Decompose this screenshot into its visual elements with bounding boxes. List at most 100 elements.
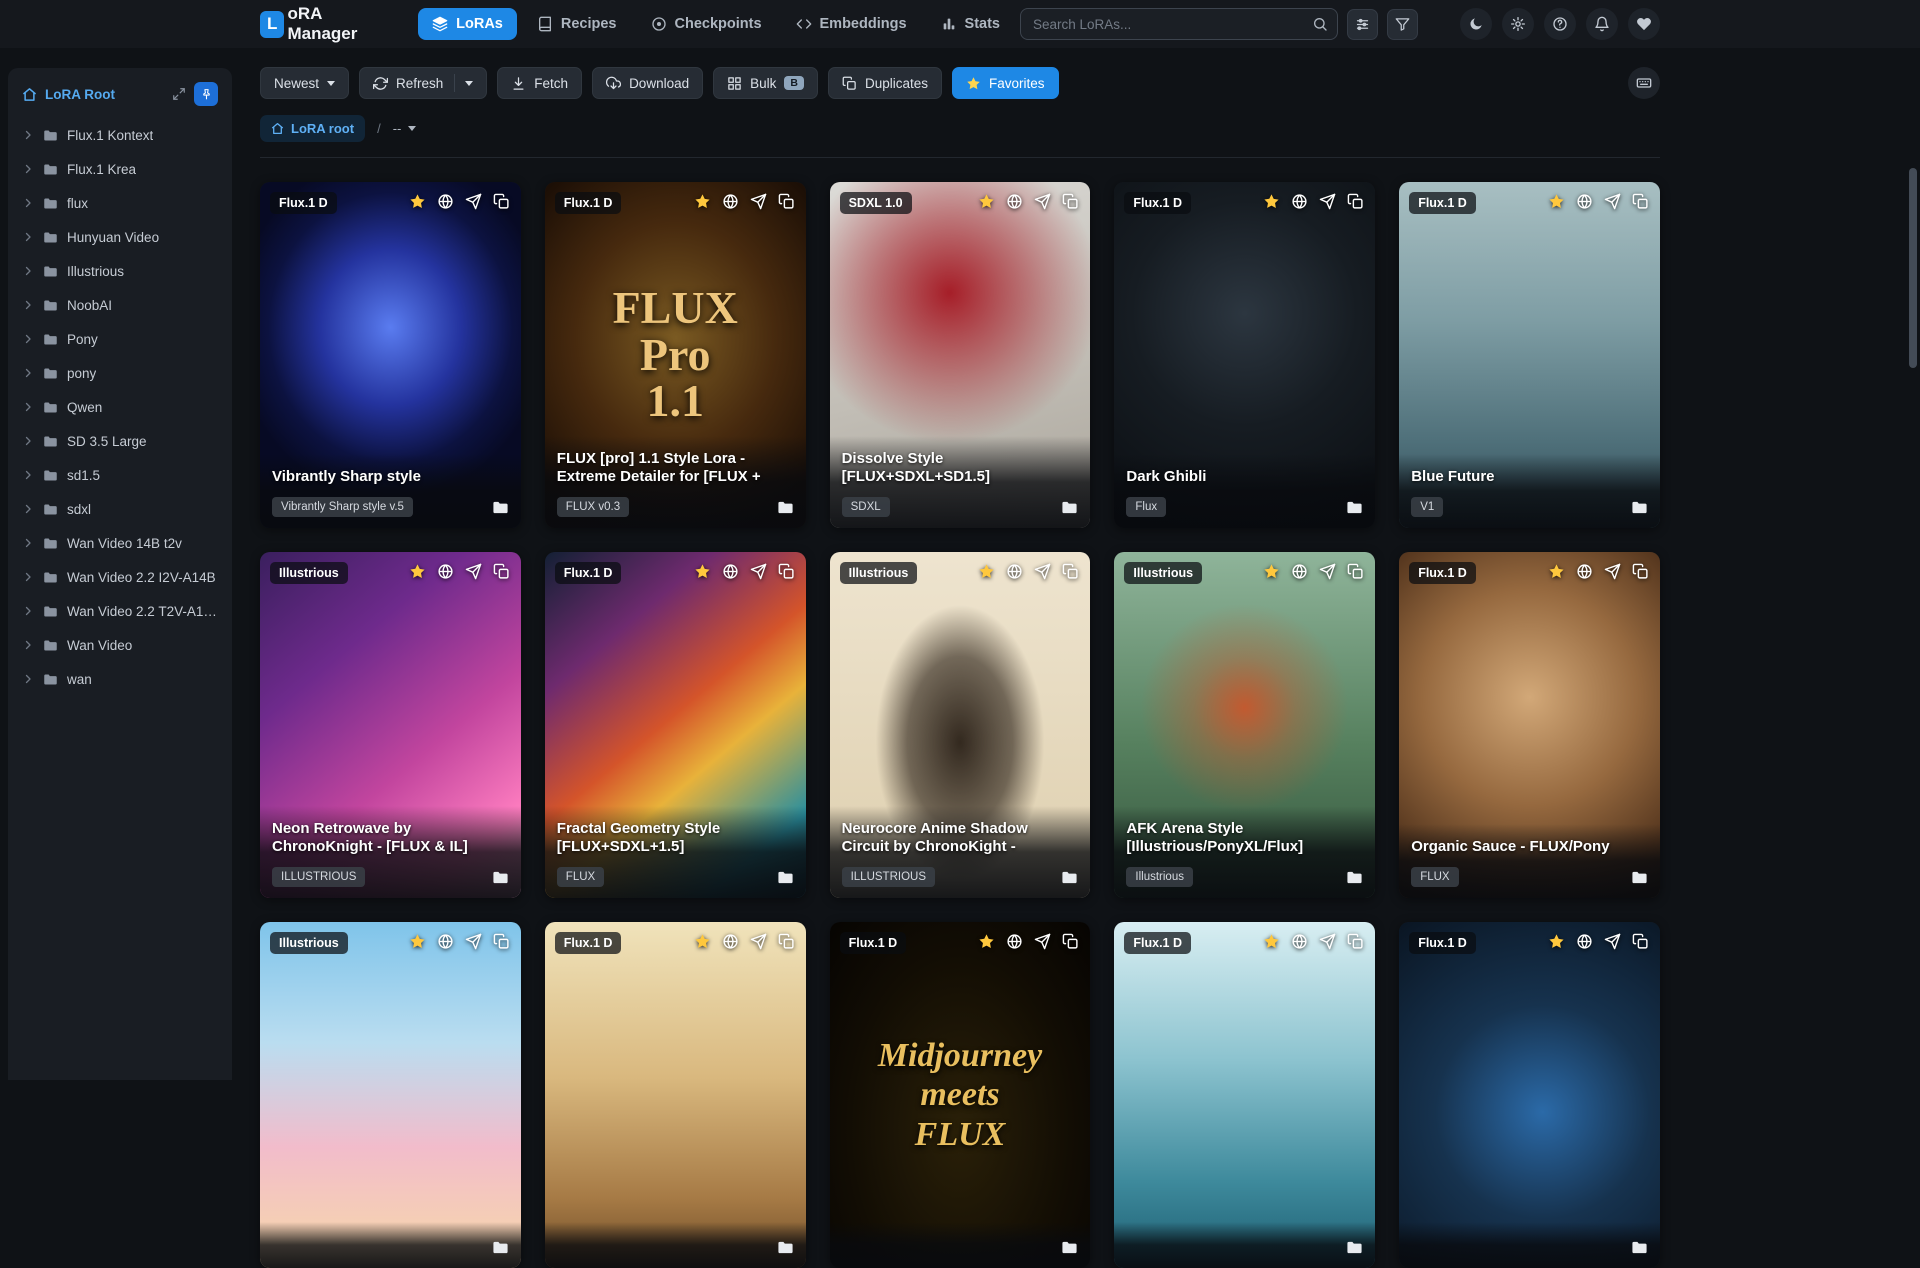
globe-icon[interactable] <box>1576 563 1593 580</box>
favorite-star-icon[interactable] <box>409 193 426 210</box>
chevron-right-icon[interactable] <box>22 435 34 447</box>
chevron-right-icon[interactable] <box>22 401 34 413</box>
globe-icon[interactable] <box>1006 193 1023 210</box>
copy-icon[interactable] <box>1347 933 1364 950</box>
open-folder-icon[interactable] <box>777 1239 794 1256</box>
chevron-right-icon[interactable] <box>22 265 34 277</box>
open-folder-icon[interactable] <box>1061 869 1078 886</box>
lora-card[interactable]: Flux.1 D <box>1114 922 1375 1268</box>
open-folder-icon[interactable] <box>1631 869 1648 886</box>
sidebar-folder-item[interactable]: NoobAI <box>16 288 224 322</box>
chevron-right-icon[interactable] <box>22 605 34 617</box>
copy-icon[interactable] <box>1062 193 1079 210</box>
favorite-star-icon[interactable] <box>1263 933 1280 950</box>
send-icon[interactable] <box>1604 563 1621 580</box>
favorite-star-icon[interactable] <box>1263 563 1280 580</box>
sidebar-folder-item[interactable]: pony <box>16 356 224 390</box>
keyboard-shortcuts-button[interactable] <box>1628 67 1660 99</box>
favorites-filter-button[interactable]: Favorites <box>952 67 1059 99</box>
sidebar-folder-item[interactable]: Wan Video 2.2 T2V-A14B <box>16 594 224 628</box>
lora-card[interactable]: Flux.1 D <box>1399 922 1660 1268</box>
sidebar-folder-item[interactable]: Flux.1 Krea <box>16 152 224 186</box>
favorite-star-icon[interactable] <box>978 563 995 580</box>
sidebar-folder-item[interactable]: Wan Video 2.2 I2V-A14B <box>16 560 224 594</box>
send-icon[interactable] <box>1319 193 1336 210</box>
sort-select[interactable]: Newest <box>260 67 349 99</box>
send-icon[interactable] <box>1604 933 1621 950</box>
open-folder-icon[interactable] <box>492 499 509 516</box>
globe-icon[interactable] <box>437 193 454 210</box>
page-scrollbar[interactable] <box>1909 168 1917 368</box>
send-icon[interactable] <box>1034 563 1051 580</box>
lora-card[interactable]: Illustrious <box>260 922 521 1268</box>
sidebar-folder-item[interactable]: Pony <box>16 322 224 356</box>
breadcrumb-current[interactable]: -- <box>393 121 417 136</box>
search-icon[interactable] <box>1312 16 1328 32</box>
send-icon[interactable] <box>750 193 767 210</box>
globe-icon[interactable] <box>1291 933 1308 950</box>
sidebar-folder-item[interactable]: Hunyuan Video <box>16 220 224 254</box>
sidebar-folder-item[interactable]: Illustrious <box>16 254 224 288</box>
open-folder-icon[interactable] <box>492 1239 509 1256</box>
copy-icon[interactable] <box>1632 193 1649 210</box>
globe-icon[interactable] <box>1576 933 1593 950</box>
favorite-star-icon[interactable] <box>978 933 995 950</box>
globe-icon[interactable] <box>437 933 454 950</box>
sidebar-folder-item[interactable]: Flux.1 Kontext <box>16 118 224 152</box>
globe-icon[interactable] <box>722 933 739 950</box>
nav-item-embeddings[interactable]: Embeddings <box>782 8 921 40</box>
nav-item-loras[interactable]: LoRAs <box>418 8 517 40</box>
open-folder-icon[interactable] <box>777 869 794 886</box>
send-icon[interactable] <box>1604 193 1621 210</box>
globe-icon[interactable] <box>1291 193 1308 210</box>
fetch-button[interactable]: Fetch <box>497 67 582 99</box>
refresh-button[interactable]: Refresh <box>359 67 487 99</box>
nav-item-recipes[interactable]: Recipes <box>523 8 631 40</box>
globe-icon[interactable] <box>437 563 454 580</box>
send-icon[interactable] <box>1319 563 1336 580</box>
open-folder-icon[interactable] <box>777 499 794 516</box>
settings-button[interactable] <box>1502 8 1534 40</box>
favorites-nav-button[interactable] <box>1628 8 1660 40</box>
refresh-menu-button[interactable] <box>454 74 473 92</box>
globe-icon[interactable] <box>722 563 739 580</box>
chevron-right-icon[interactable] <box>22 367 34 379</box>
chevron-right-icon[interactable] <box>22 673 34 685</box>
notifications-button[interactable] <box>1586 8 1618 40</box>
nav-item-stats[interactable]: Stats <box>927 8 1014 40</box>
chevron-right-icon[interactable] <box>22 197 34 209</box>
open-folder-icon[interactable] <box>1346 869 1363 886</box>
sidebar-folder-item[interactable]: Wan Video <box>16 628 224 662</box>
open-folder-icon[interactable] <box>1061 499 1078 516</box>
lora-card[interactable]: Flux.1 D Dark Ghibli Flux <box>1114 182 1375 528</box>
open-folder-icon[interactable] <box>1631 1239 1648 1256</box>
favorite-star-icon[interactable] <box>694 563 711 580</box>
send-icon[interactable] <box>465 193 482 210</box>
expand-icon[interactable] <box>172 87 186 101</box>
chevron-right-icon[interactable] <box>22 333 34 345</box>
send-icon[interactable] <box>1319 933 1336 950</box>
chevron-right-icon[interactable] <box>22 163 34 175</box>
favorite-star-icon[interactable] <box>1548 563 1565 580</box>
copy-icon[interactable] <box>778 193 795 210</box>
nav-item-checkpoints[interactable]: Checkpoints <box>637 8 776 40</box>
help-button[interactable] <box>1544 8 1576 40</box>
copy-icon[interactable] <box>493 193 510 210</box>
lora-card[interactable]: Flux.1 D Vibrantly Sharp style Vibrantly… <box>260 182 521 528</box>
sidebar-folder-item[interactable]: wan <box>16 662 224 696</box>
lora-card[interactable]: Flux.1 D Blue Future V1 <box>1399 182 1660 528</box>
sidebar-folder-item[interactable]: sd1.5 <box>16 458 224 492</box>
open-folder-icon[interactable] <box>1061 1239 1078 1256</box>
favorite-star-icon[interactable] <box>1548 933 1565 950</box>
chevron-right-icon[interactable] <box>22 469 34 481</box>
chevron-right-icon[interactable] <box>22 503 34 515</box>
copy-icon[interactable] <box>778 563 795 580</box>
sidebar-folder-item[interactable]: SD 3.5 Large <box>16 424 224 458</box>
search-input[interactable] <box>1020 8 1338 40</box>
open-folder-icon[interactable] <box>1631 499 1648 516</box>
favorite-star-icon[interactable] <box>1548 193 1565 210</box>
open-folder-icon[interactable] <box>1346 1239 1363 1256</box>
open-folder-icon[interactable] <box>492 869 509 886</box>
send-icon[interactable] <box>1034 193 1051 210</box>
sidebar-folder-item[interactable]: Wan Video 14B t2v <box>16 526 224 560</box>
